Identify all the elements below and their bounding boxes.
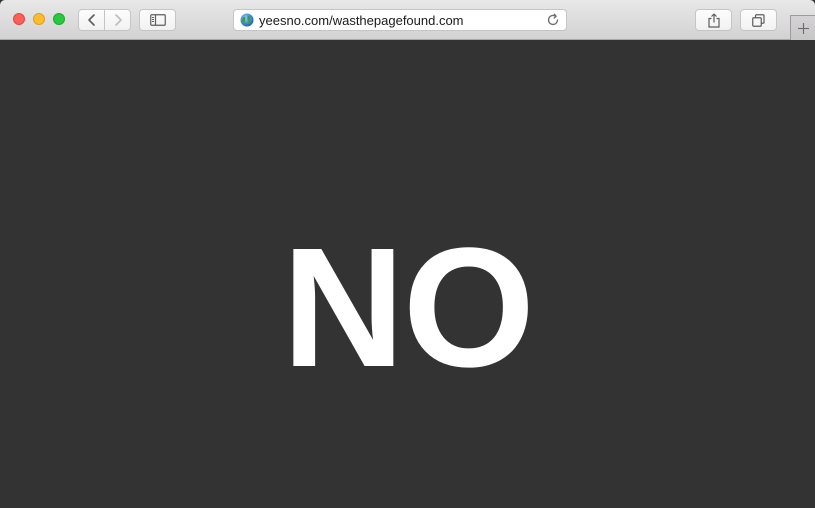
reload-icon[interactable] bbox=[546, 13, 560, 27]
share-button[interactable] bbox=[695, 9, 732, 31]
back-button[interactable] bbox=[78, 9, 105, 31]
tabs-overview-icon bbox=[752, 13, 765, 27]
answer-text: NO bbox=[282, 213, 535, 403]
share-icon bbox=[707, 12, 720, 28]
globe-icon bbox=[240, 13, 254, 27]
new-tab-button[interactable] bbox=[790, 15, 815, 40]
minimize-window-button[interactable] bbox=[33, 13, 45, 25]
url-text[interactable]: yeesno.com/wasthepagefound.com bbox=[259, 13, 464, 28]
tabs-overview-button[interactable] bbox=[740, 9, 777, 31]
chevron-left-icon bbox=[87, 14, 95, 26]
close-window-button[interactable] bbox=[13, 13, 25, 25]
forward-button[interactable] bbox=[104, 9, 131, 31]
chevron-right-icon bbox=[114, 14, 122, 26]
browser-toolbar: yeesno.com/wasthepagefound.com bbox=[0, 0, 815, 40]
browser-window: yeesno.com/wasthepagefound.com NO bbox=[0, 0, 815, 508]
maximize-window-button[interactable] bbox=[53, 13, 65, 25]
plus-icon bbox=[797, 22, 809, 34]
page-content: NO bbox=[0, 40, 815, 508]
sidebar-icon bbox=[149, 14, 166, 26]
sidebar-toggle-button[interactable] bbox=[139, 9, 176, 31]
address-bar[interactable]: yeesno.com/wasthepagefound.com bbox=[233, 9, 567, 31]
